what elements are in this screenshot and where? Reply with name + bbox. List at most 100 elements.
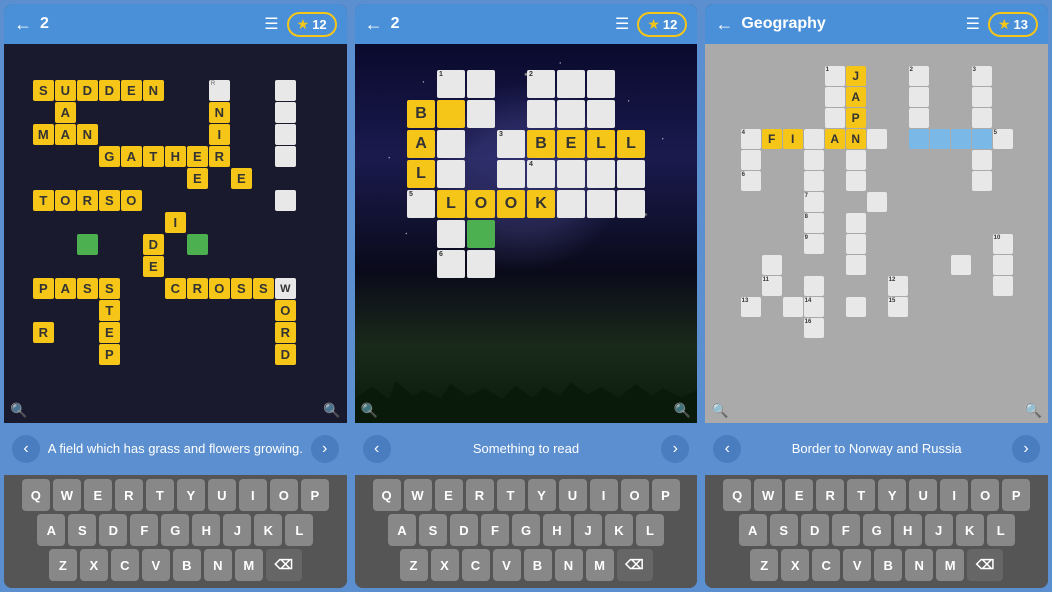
key-j-2[interactable]: J	[574, 514, 602, 546]
key-s-1[interactable]: S	[68, 514, 96, 546]
zoom-out-icon-1[interactable]: 🔍	[10, 402, 27, 419]
key-i-3[interactable]: I	[940, 479, 968, 511]
key-y-3[interactable]: Y	[878, 479, 906, 511]
key-y-2[interactable]: Y	[528, 479, 556, 511]
key-a-1[interactable]: A	[37, 514, 65, 546]
menu-icon-3[interactable]: ☰	[966, 14, 980, 34]
key-c-2[interactable]: C	[462, 549, 490, 581]
key-w-2[interactable]: W	[404, 479, 432, 511]
key-i-1[interactable]: I	[239, 479, 267, 511]
clue-next-button-1[interactable]: ›	[311, 435, 339, 463]
key-c-1[interactable]: C	[111, 549, 139, 581]
key-b-1[interactable]: B	[173, 549, 201, 581]
key-n-3[interactable]: N	[905, 549, 933, 581]
key-d-3[interactable]: D	[801, 514, 829, 546]
zoom-in-icon-3[interactable]: 🔍	[1025, 402, 1042, 419]
key-s-2[interactable]: S	[419, 514, 447, 546]
key-u-2[interactable]: U	[559, 479, 587, 511]
key-l-2[interactable]: L	[636, 514, 664, 546]
key-r-2[interactable]: R	[466, 479, 494, 511]
key-a-2[interactable]: A	[388, 514, 416, 546]
key-c-3[interactable]: C	[812, 549, 840, 581]
key-h-3[interactable]: H	[894, 514, 922, 546]
clue-next-button-3[interactable]: ›	[1012, 435, 1040, 463]
key-j-3[interactable]: J	[925, 514, 953, 546]
clue-next-button-2[interactable]: ›	[661, 435, 689, 463]
key-b-2[interactable]: B	[524, 549, 552, 581]
cell	[888, 66, 908, 86]
zoom-in-icon-2[interactable]: 🔍	[674, 402, 691, 419]
key-f-2[interactable]: F	[481, 514, 509, 546]
zoom-in-icon-1[interactable]: 🔍	[323, 402, 340, 419]
clue-prev-button-2[interactable]: ‹	[363, 435, 391, 463]
key-x-2[interactable]: X	[431, 549, 459, 581]
key-z-1[interactable]: Z	[49, 549, 77, 581]
key-backspace-1[interactable]: ⌫	[266, 549, 302, 581]
key-backspace-2[interactable]: ⌫	[617, 549, 653, 581]
key-x-1[interactable]: X	[80, 549, 108, 581]
key-o-3[interactable]: O	[971, 479, 999, 511]
menu-icon-2[interactable]: ☰	[615, 14, 629, 34]
key-k-2[interactable]: K	[605, 514, 633, 546]
zoom-out-icon-3[interactable]: 🔍	[711, 402, 728, 419]
key-n-2[interactable]: N	[555, 549, 583, 581]
key-e-2[interactable]: E	[435, 479, 463, 511]
key-p-3[interactable]: P	[1002, 479, 1030, 511]
key-x-3[interactable]: X	[781, 549, 809, 581]
key-y-1[interactable]: Y	[177, 479, 205, 511]
key-k-1[interactable]: K	[254, 514, 282, 546]
menu-icon-1[interactable]: ☰	[264, 14, 278, 34]
key-l-3[interactable]: L	[987, 514, 1015, 546]
key-o-2[interactable]: O	[621, 479, 649, 511]
key-r-1[interactable]: R	[115, 479, 143, 511]
key-g-3[interactable]: G	[863, 514, 891, 546]
key-m-2[interactable]: M	[586, 549, 614, 581]
key-g-1[interactable]: G	[161, 514, 189, 546]
key-f-1[interactable]: F	[130, 514, 158, 546]
key-r-3[interactable]: R	[816, 479, 844, 511]
key-q-2[interactable]: Q	[373, 479, 401, 511]
key-b-3[interactable]: B	[874, 549, 902, 581]
key-m-3[interactable]: M	[936, 549, 964, 581]
key-h-1[interactable]: H	[192, 514, 220, 546]
back-button-3[interactable]: ←	[715, 14, 733, 35]
key-j-1[interactable]: J	[223, 514, 251, 546]
key-i-2[interactable]: I	[590, 479, 618, 511]
key-t-3[interactable]: T	[847, 479, 875, 511]
key-s-3[interactable]: S	[770, 514, 798, 546]
key-g-2[interactable]: G	[512, 514, 540, 546]
key-q-3[interactable]: Q	[723, 479, 751, 511]
key-u-3[interactable]: U	[909, 479, 937, 511]
key-q-1[interactable]: Q	[22, 479, 50, 511]
key-k-3[interactable]: K	[956, 514, 984, 546]
key-v-2[interactable]: V	[493, 549, 521, 581]
key-o-1[interactable]: O	[270, 479, 298, 511]
key-f-3[interactable]: F	[832, 514, 860, 546]
key-t-1[interactable]: T	[146, 479, 174, 511]
key-m-1[interactable]: M	[235, 549, 263, 581]
back-button-2[interactable]: ←	[365, 14, 383, 35]
key-h-2[interactable]: H	[543, 514, 571, 546]
key-z-3[interactable]: Z	[750, 549, 778, 581]
key-p-1[interactable]: P	[301, 479, 329, 511]
key-e-1[interactable]: E	[84, 479, 112, 511]
key-l-1[interactable]: L	[285, 514, 313, 546]
zoom-out-icon-2[interactable]: 🔍	[361, 402, 378, 419]
clue-prev-button-3[interactable]: ‹	[713, 435, 741, 463]
key-a-3[interactable]: A	[739, 514, 767, 546]
key-d-1[interactable]: D	[99, 514, 127, 546]
key-n-1[interactable]: N	[204, 549, 232, 581]
key-t-2[interactable]: T	[497, 479, 525, 511]
key-d-2[interactable]: D	[450, 514, 478, 546]
key-p-2[interactable]: P	[652, 479, 680, 511]
key-v-3[interactable]: V	[843, 549, 871, 581]
clue-prev-button-1[interactable]: ‹	[12, 435, 40, 463]
key-backspace-3[interactable]: ⌫	[967, 549, 1003, 581]
key-w-3[interactable]: W	[754, 479, 782, 511]
key-e-3[interactable]: E	[785, 479, 813, 511]
key-v-1[interactable]: V	[142, 549, 170, 581]
key-u-1[interactable]: U	[208, 479, 236, 511]
back-button-1[interactable]: ←	[14, 14, 32, 35]
key-w-1[interactable]: W	[53, 479, 81, 511]
key-z-2[interactable]: Z	[400, 549, 428, 581]
